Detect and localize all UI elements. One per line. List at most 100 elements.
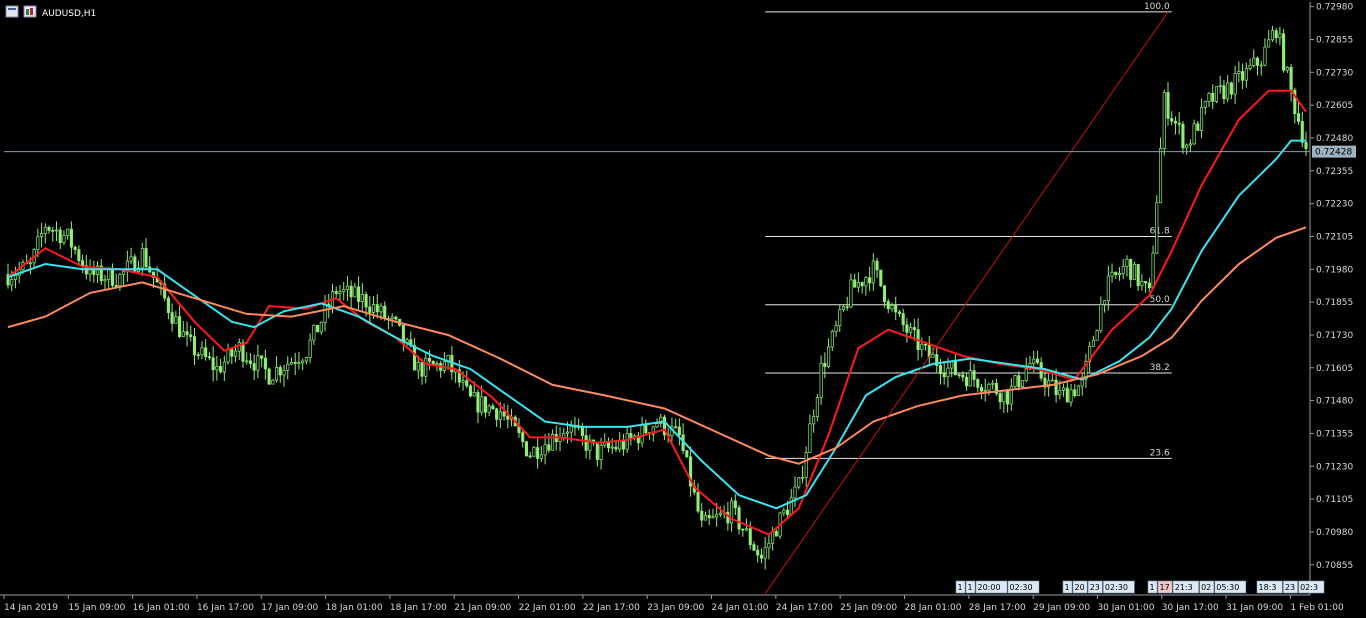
candle-body: [1274, 30, 1278, 39]
candle-body: [1132, 264, 1136, 280]
candle-body: [1304, 141, 1308, 149]
candle-body: [416, 362, 420, 371]
candle-body: [413, 345, 417, 371]
candle-body: [1229, 82, 1233, 95]
candle-body: [312, 324, 316, 341]
candle-body: [1062, 387, 1066, 391]
candle-body: [342, 289, 346, 293]
candle-body: [547, 444, 551, 451]
candle-body: [13, 275, 18, 280]
chart[interactable]: 100.061.850.038.223.6 0.72428 0.72980 0.7…: [0, 0, 1366, 618]
x-tick-label: 31 Jan 09:00: [1226, 603, 1283, 613]
candle-body: [528, 455, 532, 458]
candle-body: [1185, 144, 1189, 149]
candle-body: [715, 514, 719, 518]
candle-body: [1117, 273, 1122, 276]
candle-body: [543, 444, 547, 456]
candle-body: [237, 342, 241, 352]
candle-body: [1035, 358, 1039, 363]
bottom-markers[interactable]: 1 1 20:00 02:30 1 20 23 02:30 1 17 21:3 02 05:30 18:3…: [955, 580, 1325, 594]
candle-body: [1270, 30, 1274, 41]
y-tick-label: 0.71105: [1316, 495, 1353, 505]
candle-body: [289, 361, 294, 365]
candle-body: [129, 256, 133, 262]
candle-body: [286, 363, 290, 371]
fibonacci-trendline[interactable]: [764, 11, 1169, 594]
candle-body: [524, 441, 529, 457]
fib-level-label: 50.0: [1150, 295, 1170, 305]
candle-body: [301, 360, 305, 364]
candle-body: [144, 248, 148, 268]
candle-body: [293, 361, 297, 364]
y-tick-label: 0.71355: [1316, 429, 1353, 439]
candle-body: [51, 230, 55, 232]
candle-body: [614, 446, 618, 450]
candle-body: [905, 324, 909, 333]
time-marker-label: 02:30: [1010, 583, 1033, 592]
x-tick-label: 29 Jan 09:00: [1033, 603, 1090, 613]
y-tick-label: 0.70855: [1316, 561, 1353, 571]
candle-body: [882, 285, 887, 302]
y-tick-label: 0.72105: [1316, 232, 1353, 242]
candle-body: [1024, 368, 1028, 381]
candle-body: [103, 279, 107, 282]
candle-body: [838, 309, 842, 326]
candle-body: [946, 367, 950, 378]
candle-body: [793, 486, 797, 499]
candle-body: [815, 397, 819, 417]
candle-body: [539, 454, 543, 459]
candle-body: [1203, 101, 1207, 108]
candle-body: [521, 432, 525, 443]
time-marker-label: 18:3: [1259, 583, 1277, 592]
candle-body: [278, 367, 282, 376]
x-tick-label: 1 Feb 01:00: [1290, 603, 1344, 613]
candle-body: [1114, 271, 1118, 276]
candle-body: [282, 369, 286, 376]
moving-average-line: [7, 89, 1307, 536]
fib-level-label: 23.6: [1150, 448, 1170, 458]
x-tick-label: 16 Jan 01:00: [133, 603, 190, 613]
candle-body: [920, 343, 924, 350]
candle-body: [383, 305, 387, 319]
x-tick-label: 22 Jan 17:00: [583, 603, 640, 613]
candle-body: [140, 248, 144, 269]
candle-body: [621, 440, 625, 450]
candle-body: [476, 392, 480, 413]
candle-body: [114, 285, 118, 287]
y-tick-label: 0.72605: [1316, 101, 1353, 111]
y-tick-label: 0.72980: [1316, 3, 1353, 13]
candle-body: [69, 228, 73, 248]
candle-body: [390, 316, 394, 319]
candle-body: [856, 282, 860, 288]
candle-body: [1020, 380, 1025, 387]
candle-body: [797, 477, 801, 488]
candle-body: [345, 285, 349, 290]
candle-body: [979, 386, 984, 392]
candle-body: [263, 357, 267, 370]
bid-line: 0.72428: [4, 145, 1356, 158]
candle-body: [655, 423, 659, 428]
candle-body: [62, 235, 66, 244]
candle-body: [118, 274, 122, 287]
x-tick-label: 22 Jan 01:00: [519, 603, 576, 613]
candle-body: [334, 291, 338, 294]
candle-body: [685, 450, 689, 458]
chart-title-bar: AUDUSD,H1: [5, 5, 96, 19]
candle-body: [110, 267, 114, 286]
time-marker-label: 02:3: [1300, 583, 1318, 592]
candle-body: [360, 294, 364, 302]
fibonacci-levels[interactable]: 100.0 61.8 50.0 38.2 23.6: [765, 2, 1172, 459]
candle-body: [1196, 123, 1200, 131]
candle-body: [924, 343, 928, 346]
y-tick-label: 0.70980: [1316, 528, 1353, 538]
candle-body: [1200, 106, 1204, 131]
candle-body: [81, 260, 85, 267]
candle-body: [1222, 85, 1226, 100]
candle-body: [942, 373, 946, 378]
trend-line[interactable]: [764, 11, 1169, 594]
candle-body: [1233, 73, 1237, 95]
candle-body: [1214, 86, 1219, 102]
candle-body: [297, 362, 301, 365]
candle-body: [1226, 82, 1230, 100]
candle-body: [267, 368, 271, 385]
